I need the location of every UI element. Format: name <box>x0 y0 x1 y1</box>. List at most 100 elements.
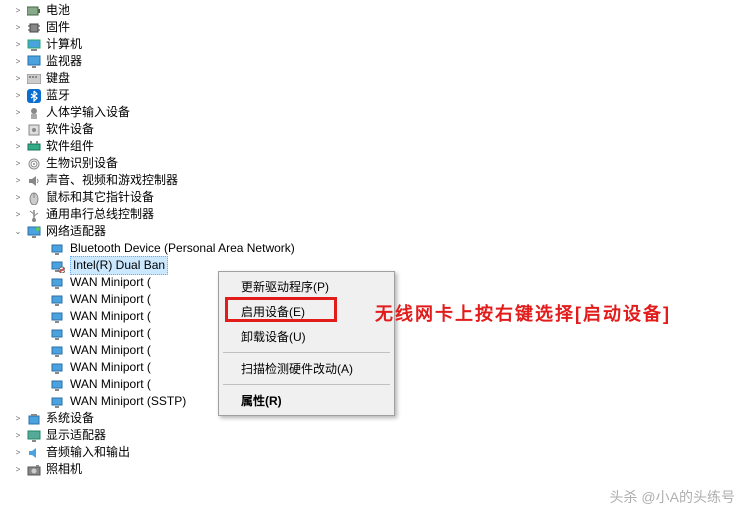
network-icon <box>26 224 42 240</box>
sound-icon <box>26 173 42 189</box>
tree-item-label: 显示适配器 <box>46 427 106 444</box>
tree-item[interactable]: ⌄ 网络适配器 <box>0 223 755 240</box>
chevron-right-icon[interactable]: > <box>12 192 24 204</box>
chevron-right-icon[interactable]: > <box>12 430 24 442</box>
tree-item[interactable]: > 鼠标和其它指针设备 <box>0 189 755 206</box>
tree-item-label: WAN Miniport ( <box>70 291 151 308</box>
chevron-right-icon[interactable]: > <box>12 447 24 459</box>
tree-item[interactable]: > 监视器 <box>0 53 755 70</box>
chevron-right-icon[interactable]: > <box>12 124 24 136</box>
component-icon <box>26 139 42 155</box>
tree-item[interactable]: > 电池 <box>0 2 755 19</box>
tree-item[interactable]: > 照相机 <box>0 461 755 478</box>
menu-item-scan[interactable]: 扫描检测硬件改动(A) <box>221 356 392 381</box>
adapter-icon <box>50 275 66 291</box>
tree-item-label: 照相机 <box>46 461 82 478</box>
tree-item-label: WAN Miniport ( <box>70 376 151 393</box>
tree-item[interactable]: Bluetooth Device (Personal Area Network) <box>0 240 755 257</box>
tree-item-label: 网络适配器 <box>46 223 106 240</box>
chevron-right-icon[interactable]: > <box>12 39 24 51</box>
tree-item[interactable]: > 蓝牙 <box>0 87 755 104</box>
tree-item-label: 音频输入和输出 <box>46 444 130 461</box>
tree-item-label: 鼠标和其它指针设备 <box>46 189 154 206</box>
chevron-right-icon[interactable]: > <box>12 107 24 119</box>
tree-item-label: WAN Miniport ( <box>70 308 151 325</box>
mouse-icon <box>26 190 42 206</box>
chevron-right-icon[interactable]: > <box>12 158 24 170</box>
menu-item-properties[interactable]: 属性(R) <box>221 388 392 413</box>
keyboard-icon <box>26 71 42 87</box>
tree-item[interactable]: > 计算机 <box>0 36 755 53</box>
biometric-icon <box>26 156 42 172</box>
monitor-icon <box>26 54 42 70</box>
tree-item-label: WAN Miniport ( <box>70 325 151 342</box>
adapter-disabled-icon <box>50 258 66 274</box>
menu-item-enable[interactable]: 启用设备(E) <box>221 299 392 324</box>
chevron-right-icon[interactable]: > <box>12 141 24 153</box>
context-menu: 更新驱动程序(P)启用设备(E)卸载设备(U) 扫描检测硬件改动(A) 属性(R) <box>218 271 395 416</box>
tree-item-label: 键盘 <box>46 70 70 87</box>
tree-item-label: WAN Miniport ( <box>70 342 151 359</box>
menu-separator <box>223 384 390 385</box>
tree-item-label: 计算机 <box>46 36 82 53</box>
chevron-right-icon[interactable]: > <box>12 90 24 102</box>
tree-item[interactable]: > 生物识别设备 <box>0 155 755 172</box>
software-icon <box>26 122 42 138</box>
chevron-right-icon[interactable]: > <box>12 56 24 68</box>
tree-item-label: 蓝牙 <box>46 87 70 104</box>
chevron-right-icon[interactable]: > <box>12 413 24 425</box>
usb-icon <box>26 207 42 223</box>
system-icon <box>26 411 42 427</box>
tree-item[interactable]: > 软件组件 <box>0 138 755 155</box>
chevron-right-icon[interactable]: > <box>12 22 24 34</box>
chevron-right-icon[interactable]: > <box>12 5 24 17</box>
chevron-right-icon[interactable]: > <box>12 209 24 221</box>
tree-item[interactable]: > 显示适配器 <box>0 427 755 444</box>
menu-separator <box>223 352 390 353</box>
display-icon <box>26 428 42 444</box>
watermark: 头杀 @小A的头练号 <box>610 487 735 507</box>
tree-item-label: 监视器 <box>46 53 82 70</box>
computer-icon <box>26 37 42 53</box>
adapter-icon <box>50 292 66 308</box>
annotation-text: 无线网卡上按右键选择[启动设备] <box>375 300 671 326</box>
tree-item-label: 固件 <box>46 19 70 36</box>
adapter-icon <box>50 326 66 342</box>
adapter-icon <box>50 360 66 376</box>
chevron-right-icon[interactable]: > <box>12 464 24 476</box>
tree-item[interactable]: > 软件设备 <box>0 121 755 138</box>
chevron-right-icon[interactable]: > <box>12 73 24 85</box>
tree-item-label: 生物识别设备 <box>46 155 118 172</box>
adapter-icon <box>50 241 66 257</box>
adapter-icon <box>50 394 66 410</box>
tree-item-label: Bluetooth Device (Personal Area Network) <box>70 240 295 257</box>
adapter-icon <box>50 309 66 325</box>
tree-item-label: 人体学输入设备 <box>46 104 130 121</box>
bluetooth-icon <box>26 88 42 104</box>
tree-item-label: WAN Miniport ( <box>70 359 151 376</box>
chevron-right-icon[interactable]: > <box>12 175 24 187</box>
tree-item-label: 系统设备 <box>46 410 94 427</box>
chip-icon <box>26 20 42 36</box>
hid-icon <box>26 105 42 121</box>
tree-item[interactable]: > 通用串行总线控制器 <box>0 206 755 223</box>
camera-icon <box>26 462 42 478</box>
tree-item-label: 软件组件 <box>46 138 94 155</box>
tree-item[interactable]: > 固件 <box>0 19 755 36</box>
battery-icon <box>26 3 42 19</box>
tree-item-label: 通用串行总线控制器 <box>46 206 154 223</box>
tree-item-label: 电池 <box>46 2 70 19</box>
tree-item[interactable]: > 声音、视频和游戏控制器 <box>0 172 755 189</box>
adapter-icon <box>50 343 66 359</box>
chevron-down-icon[interactable]: ⌄ <box>12 226 24 238</box>
menu-item-uninstall[interactable]: 卸载设备(U) <box>221 324 392 349</box>
tree-item[interactable]: > 键盘 <box>0 70 755 87</box>
audio-icon <box>26 445 42 461</box>
tree-item[interactable]: > 人体学输入设备 <box>0 104 755 121</box>
tree-item-label: 声音、视频和游戏控制器 <box>46 172 178 189</box>
adapter-icon <box>50 377 66 393</box>
tree-item-label: 软件设备 <box>46 121 94 138</box>
tree-item[interactable]: > 音频输入和输出 <box>0 444 755 461</box>
menu-item-update[interactable]: 更新驱动程序(P) <box>221 274 392 299</box>
tree-item-label: WAN Miniport ( <box>70 274 151 291</box>
